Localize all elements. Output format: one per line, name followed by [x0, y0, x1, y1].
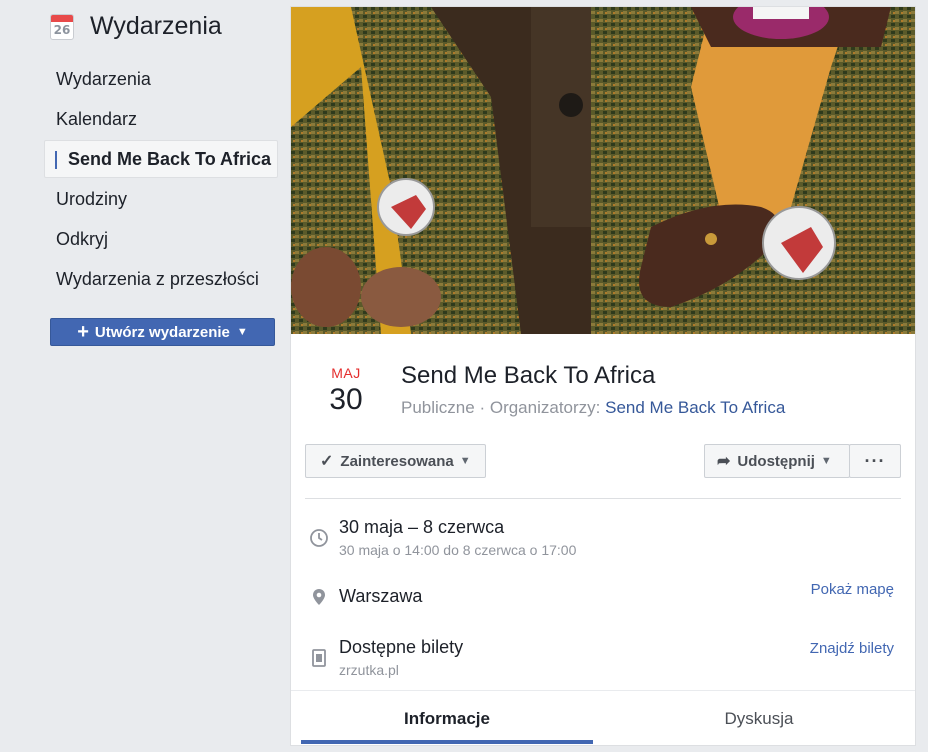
sidebar: 26 Wydarzenia Wydarzenia Kalendarz Send …: [0, 0, 290, 752]
tickets-available: Dostępne bilety: [339, 637, 464, 657]
event-date-row: 30 maja – 8 czerwca 30 maja o 14:00 do 8…: [305, 512, 901, 572]
sidebar-item-label: Send Me Back To Africa: [68, 148, 272, 169]
sidebar-item-label: Odkryj: [56, 228, 109, 249]
create-event-button[interactable]: + Utwórz wydarzenie ▼: [50, 318, 275, 346]
event-location-row: Warszawa Pokaż mapę: [305, 577, 901, 617]
sidebar-item-events[interactable]: Wydarzenia: [44, 60, 278, 98]
event-privacy: Publiczne: [401, 398, 475, 417]
organizer-link[interactable]: Send Me Back To Africa: [605, 398, 785, 417]
share-arrow-icon: ➦: [717, 453, 731, 470]
show-map-link[interactable]: Pokaż mapę: [811, 581, 894, 598]
event-month: MAJ: [331, 365, 361, 381]
sidebar-item-label: Kalendarz: [56, 108, 138, 129]
ellipsis-icon: ···: [864, 450, 886, 471]
event-date-detail: 30 maja o 14:00 do 8 czerwca o 17:00: [339, 542, 577, 558]
sidebar-title: Wydarzenia: [90, 12, 222, 40]
find-tickets-link[interactable]: Znajdź bilety: [810, 640, 894, 657]
sidebar-item-current-event[interactable]: Send Me Back To Africa: [44, 140, 278, 178]
create-event-label: Utwórz wydarzenie: [94, 323, 230, 341]
clock-icon: [310, 529, 328, 547]
event-title: Send Me Back To Africa: [401, 362, 656, 389]
event-date-range: 30 maja – 8 czerwca: [339, 517, 505, 537]
event-day: 30: [329, 383, 363, 416]
organizers-label: Organizatorzy:: [489, 398, 601, 417]
event-tickets-row: Dostępne bilety zrzutka.pl Znajdź bilety: [305, 632, 901, 684]
event-date-box: MAJ 30: [321, 365, 371, 417]
share-button[interactable]: ➦ Udostępnij ▼: [704, 444, 850, 478]
event-tabs: Informacje Dyskusja: [291, 690, 915, 745]
tickets-source: zrzutka.pl: [339, 662, 399, 678]
sidebar-item-birthdays[interactable]: Urodziny: [44, 180, 278, 218]
sidebar-header: 26 Wydarzenia: [50, 12, 222, 41]
tab-discussion[interactable]: Dyskusja: [613, 691, 905, 746]
event-cover-photo: [291, 7, 915, 334]
sidebar-item-label: Wydarzenia: [56, 68, 151, 89]
caret-down-icon: ▼: [459, 455, 471, 467]
sidebar-item-discover[interactable]: Odkryj: [44, 220, 278, 258]
location-pin-icon: [313, 589, 325, 605]
caret-down-icon: ▼: [820, 455, 832, 467]
sidebar-item-calendar[interactable]: Kalendarz: [44, 100, 278, 138]
tab-label: Informacje: [404, 708, 490, 728]
sidebar-nav: Wydarzenia Kalendarz Send Me Back To Afr…: [44, 60, 278, 300]
divider: [305, 498, 901, 499]
sidebar-item-label: Wydarzenia z przeszłości: [56, 268, 259, 289]
interested-label: Zainteresowana: [340, 452, 454, 470]
tab-information[interactable]: Informacje: [301, 691, 593, 746]
checkmark-icon: ✓: [320, 453, 334, 470]
event-location: Warszawa: [339, 586, 423, 606]
share-label: Udostępnij: [737, 452, 815, 470]
event-meta: Publiczne · Organizatorzy: Send Me Back …: [401, 398, 786, 417]
ticket-icon: [312, 649, 326, 667]
sidebar-item-label: Urodziny: [56, 188, 128, 209]
event-card: MAJ 30 Send Me Back To Africa Publiczne …: [290, 6, 916, 746]
calendar-icon: 26: [50, 13, 74, 40]
more-options-button[interactable]: ···: [849, 444, 901, 478]
interested-button[interactable]: ✓ Zainteresowana ▼: [305, 444, 486, 478]
calendar-icon-day: 26: [53, 22, 71, 37]
caret-down-icon: ▼: [236, 326, 248, 338]
plus-icon: +: [77, 321, 89, 343]
tab-label: Dyskusja: [724, 708, 794, 728]
sidebar-item-past-events[interactable]: Wydarzenia z przeszłości: [44, 260, 278, 298]
